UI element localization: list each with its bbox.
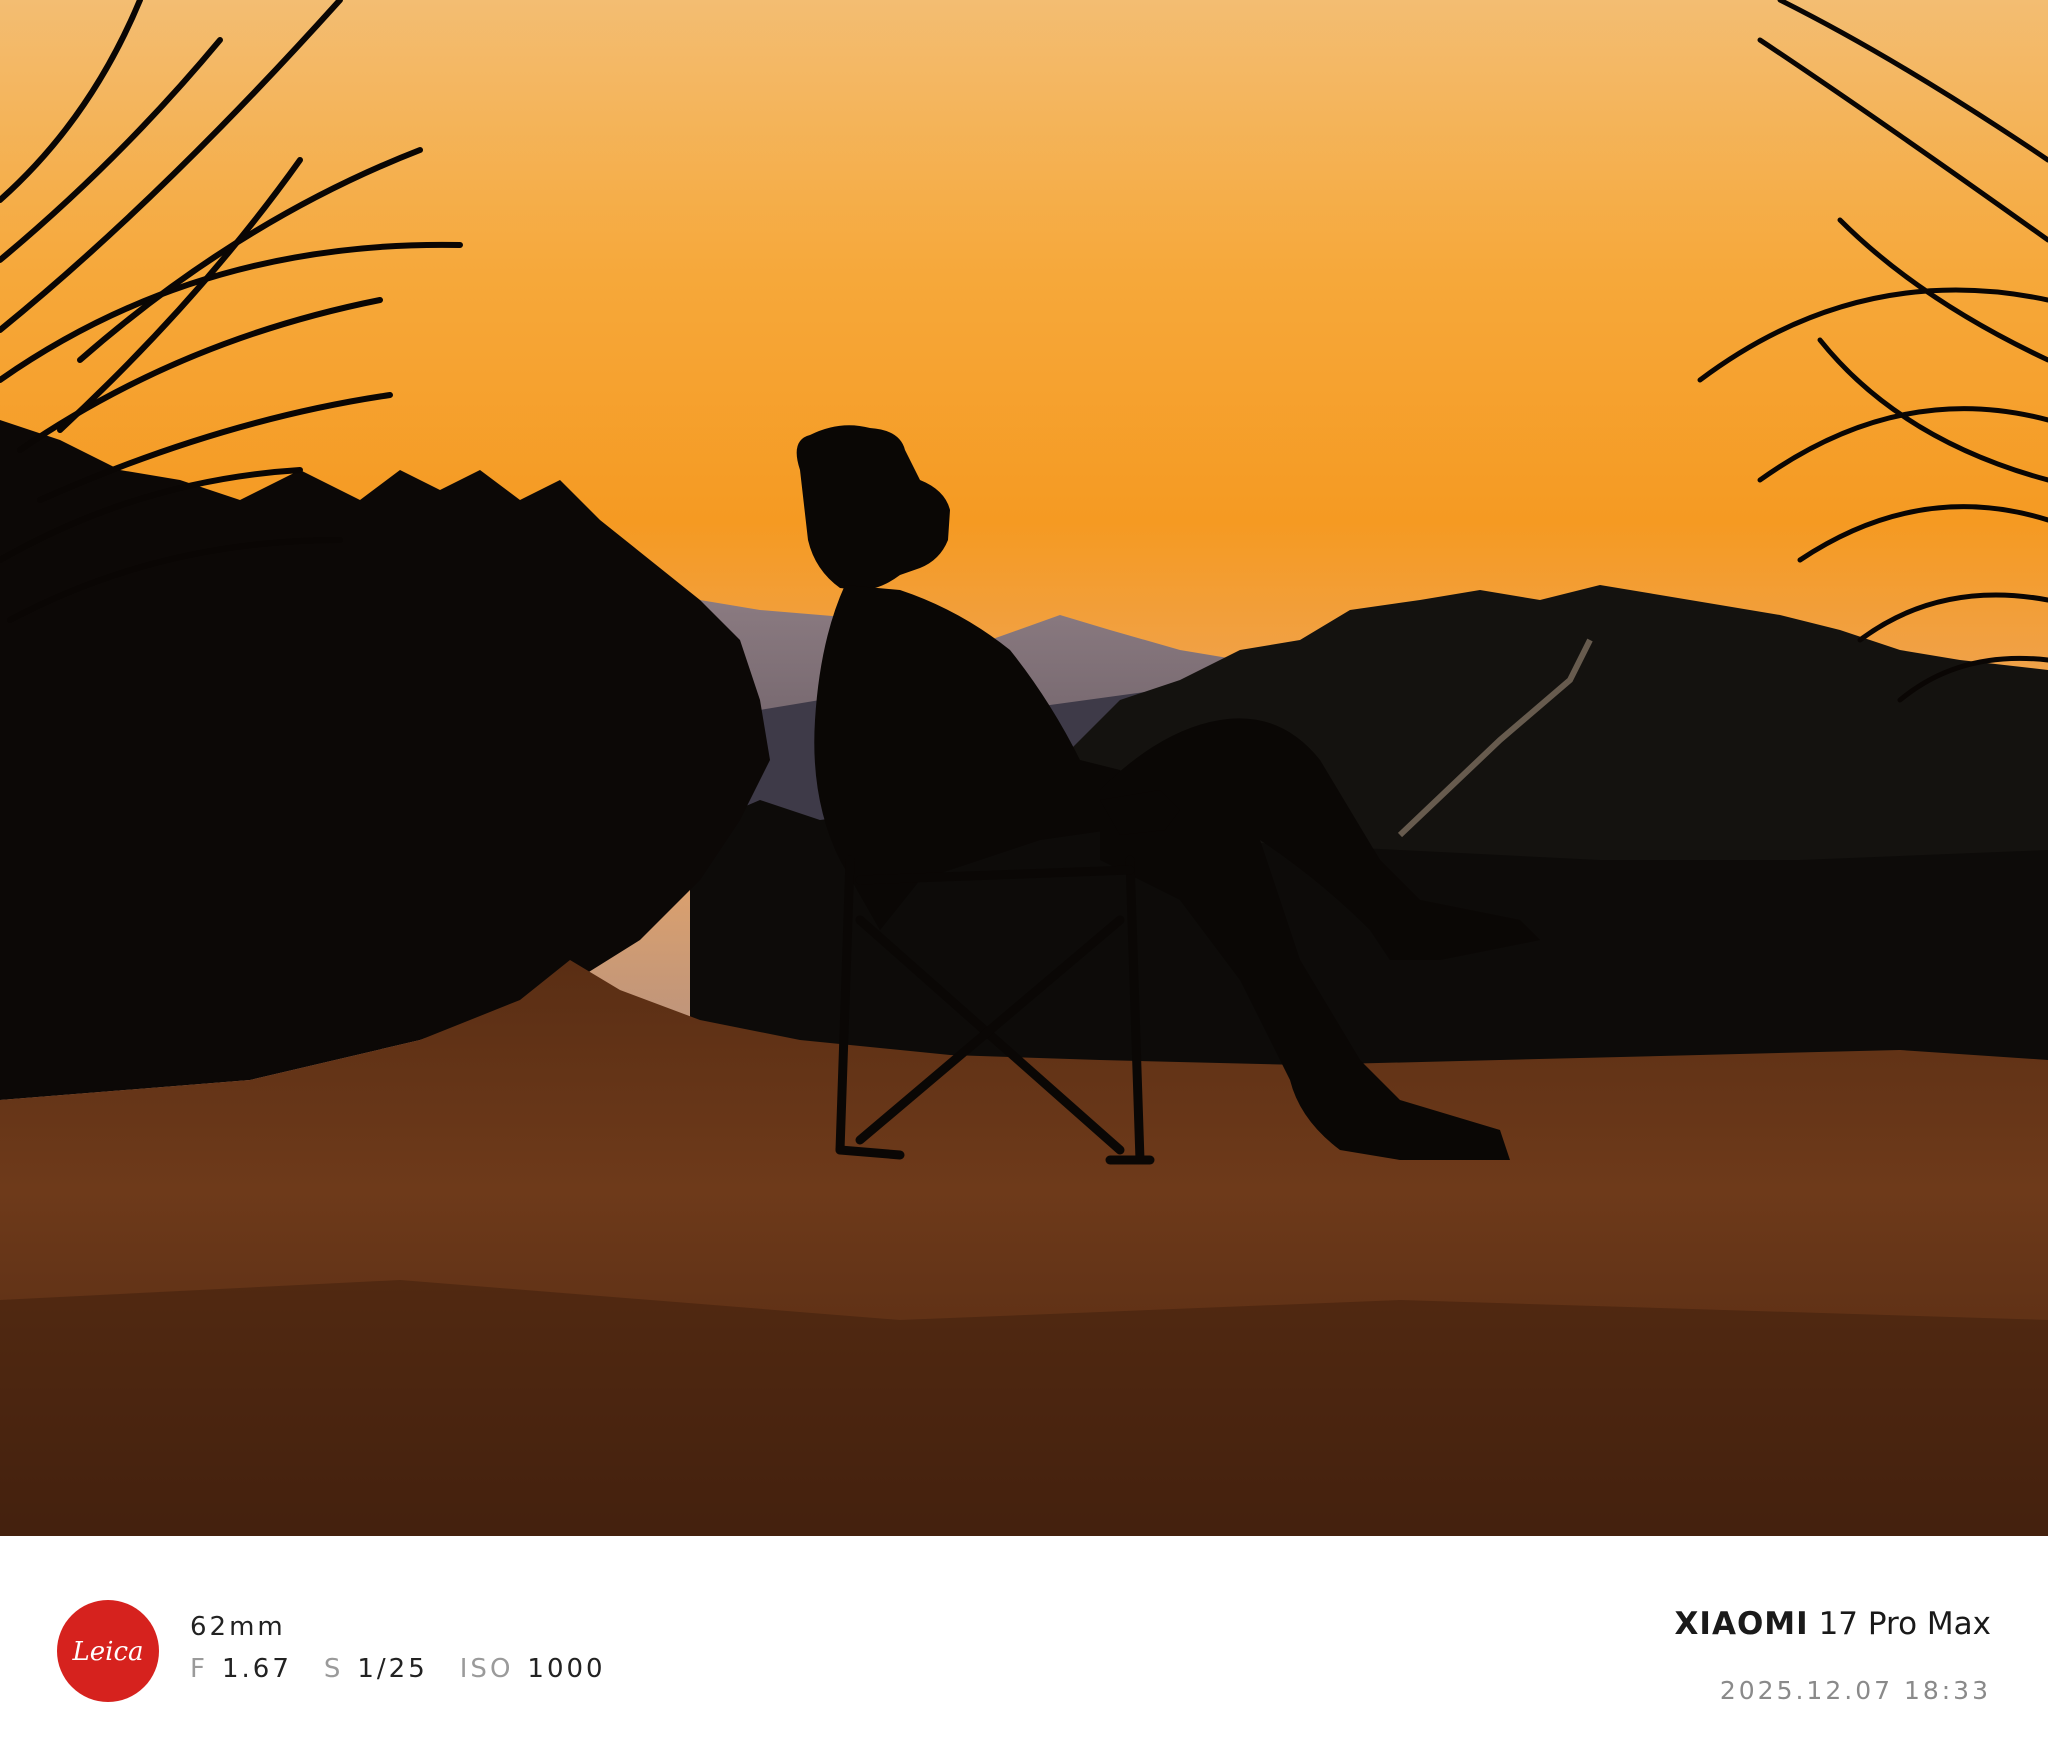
- focal-length: 62mm: [190, 1612, 286, 1642]
- aperture-value: 1.67: [221, 1654, 292, 1684]
- iso-value: 1000: [527, 1654, 606, 1684]
- svg-text:Leica: Leica: [71, 1637, 143, 1667]
- brand-name: XIAOMI: [1674, 1606, 1809, 1642]
- exposure-settings: F 1.67 S 1/25 ISO 1000: [190, 1654, 638, 1684]
- camera-watermark-bar: [0, 1536, 2048, 1764]
- iso-label: ISO: [459, 1654, 514, 1684]
- capture-datetime: 2025.12.07 18:33: [1719, 1676, 1991, 1705]
- sunset-photo: [0, 0, 2048, 1536]
- aperture-label: F: [190, 1654, 208, 1684]
- device-name: XIAOMI 17 Pro Max: [1675, 1606, 1991, 1642]
- leica-logo: Leica: [57, 1600, 159, 1702]
- shutter-value: 1/25: [357, 1654, 428, 1684]
- dirt-shading: [0, 1280, 2048, 1536]
- shutter-label: S: [323, 1654, 344, 1684]
- model-name: 17 Pro Max: [1818, 1606, 1991, 1642]
